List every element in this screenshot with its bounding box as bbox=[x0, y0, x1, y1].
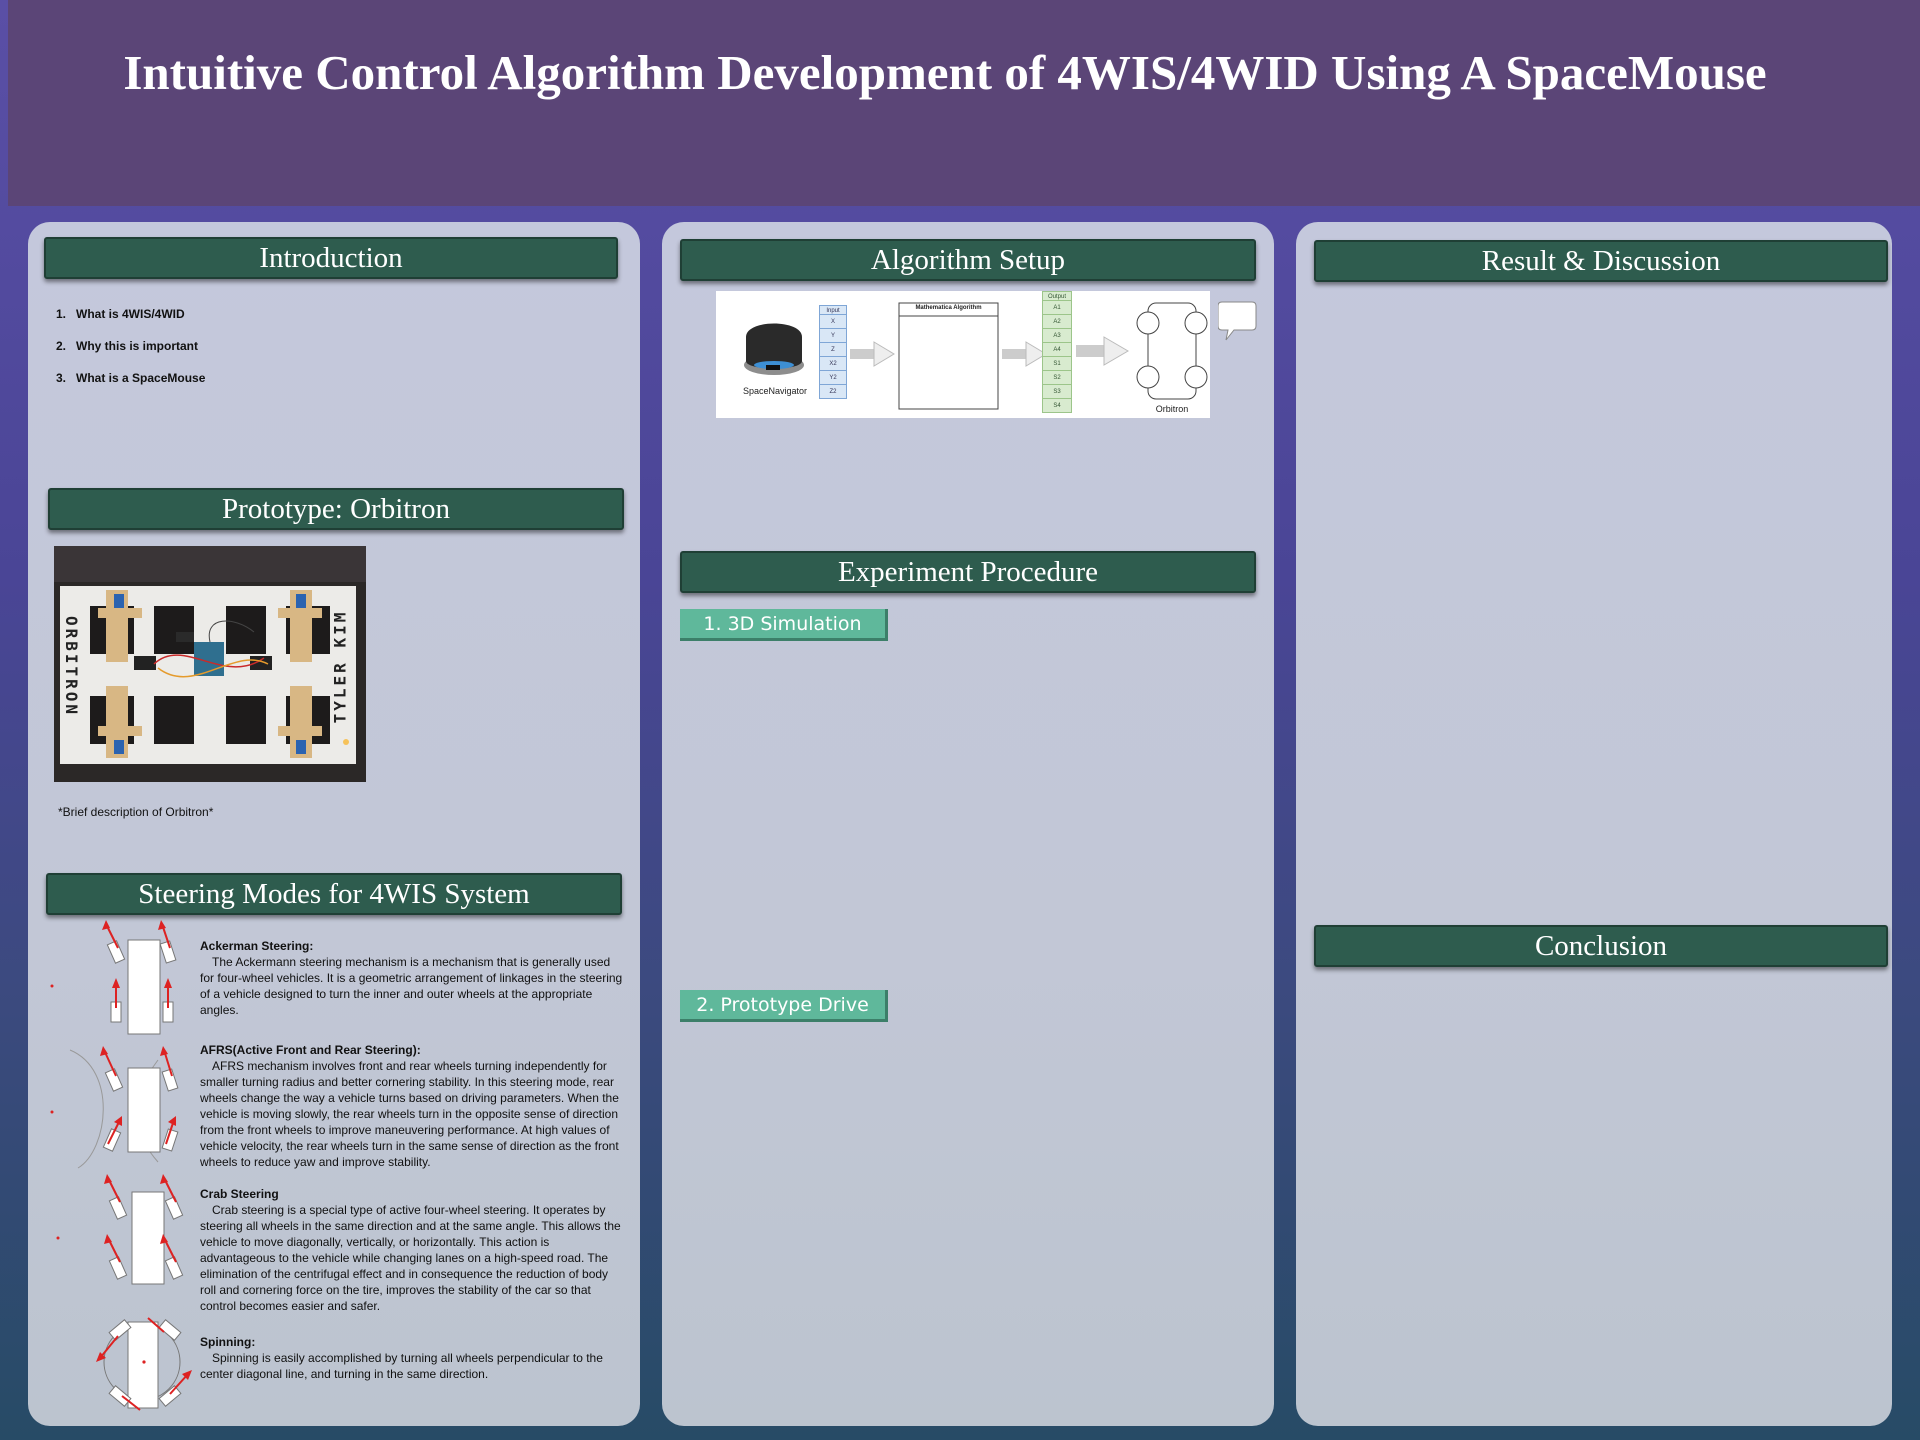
mode-body: Crab steering is a special type of activ… bbox=[200, 1203, 621, 1313]
input-cell: Z2 bbox=[819, 385, 847, 399]
output-cell: A3 bbox=[1042, 329, 1072, 343]
mode-title: Ackerman Steering: bbox=[200, 939, 314, 953]
mode-title: Crab Steering bbox=[200, 1187, 279, 1201]
algorithm-box-label: Mathematica Algorithm bbox=[915, 305, 982, 311]
conclusion-heading: Conclusion bbox=[1314, 925, 1888, 967]
comment-bubble-icon[interactable] bbox=[1218, 300, 1258, 344]
mode-title: Spinning: bbox=[200, 1335, 256, 1349]
output-table: Output A1 A2 A3 A4 S1 S2 S3 S4 bbox=[1042, 291, 1072, 413]
output-cell: S2 bbox=[1042, 371, 1072, 385]
crab-description: Crab Steering Crab steering is a special… bbox=[200, 1186, 626, 1314]
experiment-heading: Experiment Procedure bbox=[680, 551, 1256, 593]
results-heading: Result & Discussion bbox=[1314, 240, 1888, 282]
output-header: Output bbox=[1042, 291, 1072, 301]
list-item: 3. What is a SpaceMouse bbox=[56, 371, 206, 385]
input-table: Input X Y Z X2 Y2 Z2 bbox=[819, 305, 847, 399]
step-prototype-drive: 2. Prototype Drive bbox=[680, 990, 888, 1022]
orbitron-photo: ORBITRON TYLER KIM bbox=[54, 546, 366, 782]
ackerman-diagram bbox=[50, 920, 177, 1035]
steering-heading: Steering Modes for 4WIS System bbox=[46, 873, 622, 915]
algorithm-heading: Algorithm Setup bbox=[680, 239, 1256, 281]
list-item: 1. What is 4WIS/4WID bbox=[56, 307, 185, 321]
output-cell: S1 bbox=[1042, 357, 1072, 371]
input-cell: Z bbox=[819, 343, 847, 357]
prototype-heading: Prototype: Orbitron bbox=[48, 488, 624, 530]
spinning-diagram bbox=[96, 1317, 192, 1411]
orbitron-illustration bbox=[54, 546, 366, 782]
list-item: 2. Why this is important bbox=[56, 339, 199, 353]
poster-title: Intuitive Control Algorithm Development … bbox=[123, 45, 1767, 100]
spacenavigator-label: SpaceNavigator bbox=[742, 386, 808, 396]
output-cell: A2 bbox=[1042, 315, 1072, 329]
introduction-heading: Introduction bbox=[44, 237, 618, 279]
mode-body: Spinning is easily accomplished by turni… bbox=[200, 1351, 603, 1381]
crab-diagram bbox=[56, 1174, 184, 1285]
input-cell: X bbox=[819, 315, 847, 329]
title-band bbox=[8, 0, 1920, 206]
mode-body: AFRS mechanism involves front and rear w… bbox=[200, 1059, 619, 1169]
input-header: Input bbox=[819, 305, 847, 315]
orbitron-label: Orbitron bbox=[1155, 404, 1189, 414]
introduction-list: 1. What is 4WIS/4WID 2. Why this is import… bbox=[56, 307, 205, 403]
afrs-description: AFRS(Active Front and Rear Steering): AF… bbox=[200, 1042, 626, 1170]
right-column bbox=[1296, 222, 1892, 1426]
photo-label-right: TYLER KIM bbox=[330, 609, 350, 723]
ackerman-description: Ackerman Steering: The Ackermann steerin… bbox=[200, 938, 626, 1018]
prototype-caption: *Brief description of Orbitron* bbox=[58, 805, 214, 819]
input-cell: Y bbox=[819, 329, 847, 343]
algorithm-diagram: SpaceNavigator Input X Y Z X2 Y2 Z2 Math… bbox=[716, 291, 1210, 418]
afrs-diagram bbox=[50, 1046, 179, 1169]
mode-body: The Ackermann steering mechanism is a me… bbox=[200, 955, 623, 1017]
step-3d-simulation: 1. 3D Simulation bbox=[680, 609, 888, 641]
mode-title: AFRS(Active Front and Rear Steering): bbox=[200, 1043, 421, 1057]
spinning-description: Spinning: Spinning is easily accomplishe… bbox=[200, 1334, 626, 1382]
output-cell: S3 bbox=[1042, 385, 1072, 399]
input-cell: Y2 bbox=[819, 371, 847, 385]
output-cell: S4 bbox=[1042, 399, 1072, 413]
output-cell: A1 bbox=[1042, 301, 1072, 315]
input-cell: X2 bbox=[819, 357, 847, 371]
output-cell: A4 bbox=[1042, 343, 1072, 357]
photo-label-left: ORBITRON bbox=[62, 615, 82, 717]
